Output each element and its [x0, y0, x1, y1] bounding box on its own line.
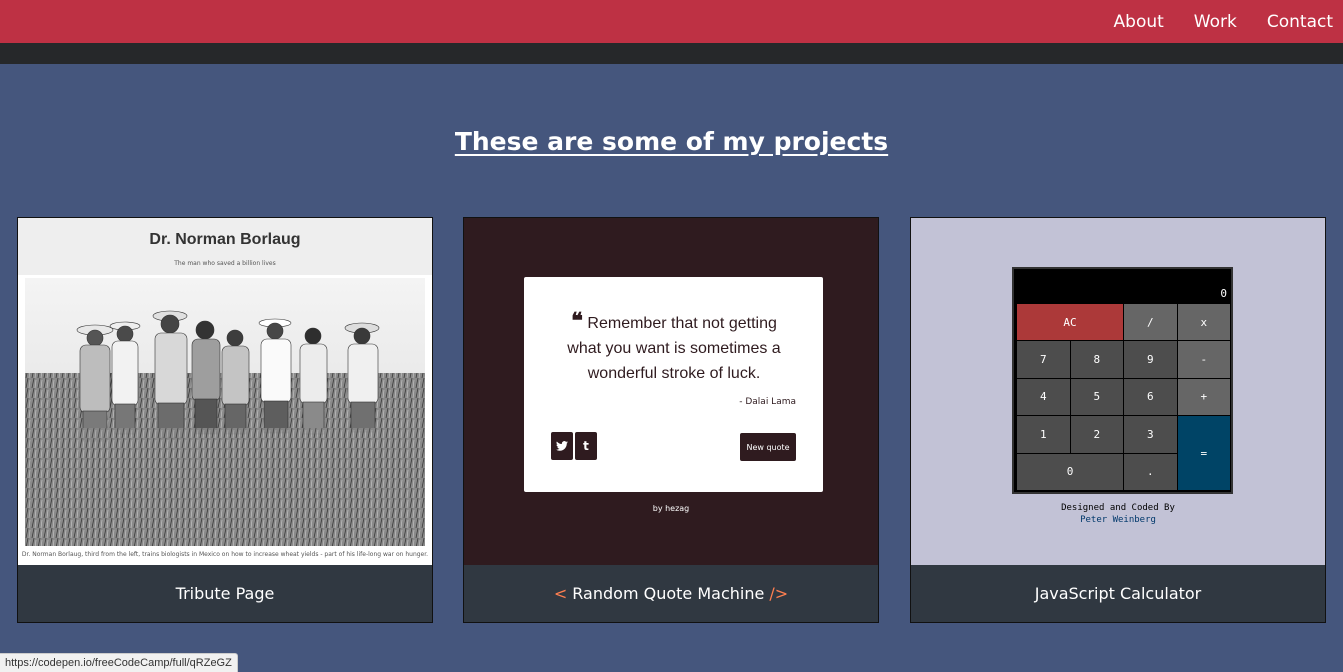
- code-bracket-close: />: [769, 584, 789, 603]
- project-title: JavaScript Calculator: [911, 565, 1325, 622]
- key-2: 2: [1069, 415, 1124, 454]
- key-6: 6: [1123, 377, 1178, 417]
- top-navbar: About Work Contact: [0, 0, 1343, 43]
- tribute-subheading: The man who saved a billion lives: [174, 260, 276, 267]
- project-title-text: Random Quote Machine: [572, 584, 765, 603]
- tumblr-icon: t: [575, 432, 597, 460]
- project-title-text: Tribute Page: [175, 584, 275, 603]
- calculator-keypad: AC / x 7 8 9 - 4 5 6 + 1 2 3 = 0 .: [1016, 302, 1231, 492]
- key-8: 8: [1069, 340, 1124, 379]
- key-1: 1: [1016, 415, 1071, 454]
- credit-line: Designed and Coded By: [1061, 503, 1175, 513]
- quote-text: Remember that not getting what you want …: [567, 315, 781, 382]
- quote-machine-preview: ❝ Remember that not getting what you wan…: [464, 218, 878, 565]
- project-card-javascript-calculator[interactable]: 0 AC / x 7 8 9 - 4 5 6 + 1 2 3 = 0 . Des…: [910, 217, 1326, 623]
- calculator-display: 0: [1220, 287, 1227, 300]
- new-quote-button: New quote: [740, 433, 796, 461]
- key-multiply: x: [1176, 302, 1231, 342]
- quote-left-icon: ❝: [571, 308, 583, 333]
- nav-links: About Work Contact: [1099, 0, 1333, 43]
- key-9: 9: [1123, 340, 1178, 379]
- project-thumbnail: 0 AC / x 7 8 9 - 4 5 6 + 1 2 3 = 0 . Des…: [911, 218, 1325, 565]
- key-plus: +: [1176, 377, 1231, 417]
- project-thumbnail: ❝ Remember that not getting what you wan…: [464, 218, 878, 565]
- project-thumbnail: Dr. Norman Borlaug The man who saved a b…: [18, 218, 432, 565]
- tribute-header: Dr. Norman Borlaug The man who saved a b…: [18, 218, 432, 275]
- status-bar-url: https://codepen.io/freeCodeCamp/full/qRZ…: [0, 653, 238, 672]
- calculator-credit: Designed and Coded By Peter Weinberg: [911, 502, 1325, 526]
- project-card-random-quote-machine[interactable]: ❝ Remember that not getting what you wan…: [463, 217, 879, 623]
- twitter-icon: [551, 432, 573, 460]
- key-3: 3: [1123, 415, 1178, 454]
- key-5: 5: [1069, 377, 1124, 417]
- project-title-text: JavaScript Calculator: [1034, 584, 1202, 603]
- project-title: Tribute Page: [18, 565, 432, 622]
- header-divider-band: [0, 43, 1343, 64]
- quote-by-line: by hezag: [652, 504, 690, 513]
- key-equals: =: [1176, 415, 1231, 491]
- key-divide: /: [1123, 302, 1178, 342]
- wheat-field-photo: [25, 278, 425, 546]
- nav-link-work[interactable]: Work: [1179, 12, 1252, 32]
- key-decimal: .: [1123, 452, 1178, 492]
- key-4: 4: [1016, 377, 1071, 417]
- key-clear: AC: [1016, 302, 1124, 342]
- calculator-body: 0 AC / x 7 8 9 - 4 5 6 + 1 2 3 = 0 .: [1012, 267, 1233, 494]
- nav-link-contact[interactable]: Contact: [1252, 12, 1333, 32]
- tribute-caption: Dr. Norman Borlaug, third from the left,…: [21, 551, 429, 558]
- tribute-heading: Dr. Norman Borlaug: [149, 231, 301, 248]
- quote-text-block: ❝ Remember that not getting what you wan…: [554, 308, 794, 386]
- calculator-preview: 0 AC / x 7 8 9 - 4 5 6 + 1 2 3 = 0 . Des…: [911, 218, 1325, 565]
- quote-box: ❝ Remember that not getting what you wan…: [524, 277, 823, 492]
- key-7: 7: [1016, 340, 1071, 379]
- tribute-preview: Dr. Norman Borlaug The man who saved a b…: [18, 218, 432, 565]
- key-0: 0: [1016, 452, 1124, 492]
- key-minus: -: [1176, 340, 1231, 379]
- project-card-tribute-page[interactable]: Dr. Norman Borlaug The man who saved a b…: [17, 217, 433, 623]
- nav-link-about[interactable]: About: [1099, 12, 1179, 32]
- credit-author: Peter Weinberg: [1080, 515, 1156, 525]
- project-title: < Random Quote Machine />: [464, 565, 878, 622]
- quote-author: - Dalai Lama: [739, 397, 796, 407]
- code-bracket-open: <: [553, 584, 568, 603]
- projects-section-title: These are some of my projects: [454, 127, 889, 156]
